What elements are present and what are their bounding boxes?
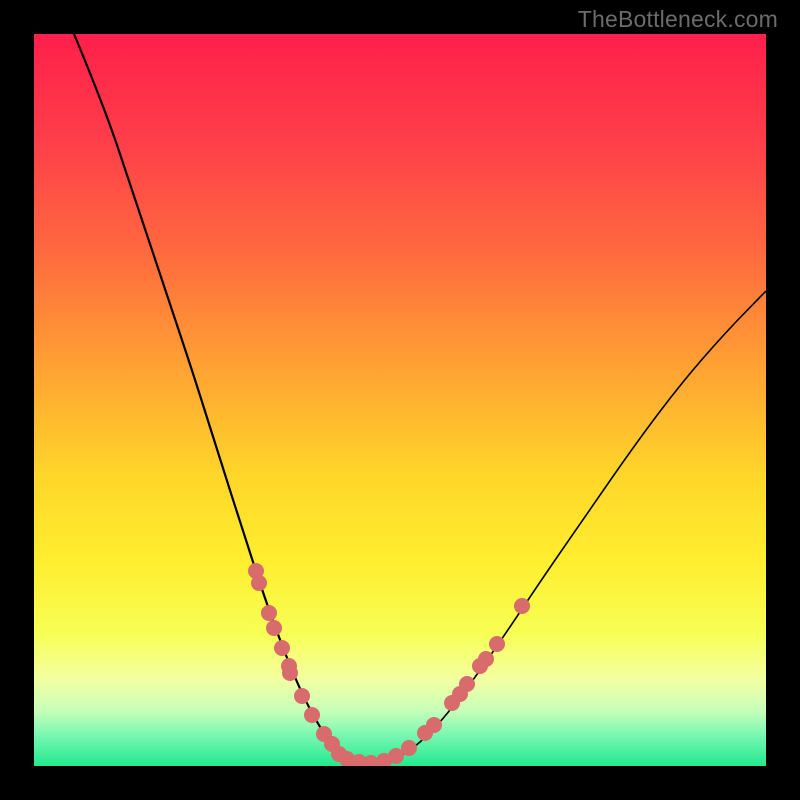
data-dot bbox=[274, 640, 290, 656]
data-dot bbox=[514, 598, 530, 614]
plot-svg bbox=[34, 34, 766, 766]
chart-frame: TheBottleneck.com bbox=[0, 0, 800, 800]
data-dot bbox=[478, 651, 494, 667]
watermark-text: TheBottleneck.com bbox=[578, 6, 778, 33]
data-dot bbox=[266, 620, 282, 636]
data-dot bbox=[261, 605, 277, 621]
data-dot bbox=[304, 707, 320, 723]
data-dot bbox=[251, 575, 267, 591]
plot-area bbox=[34, 34, 766, 766]
data-dot bbox=[401, 740, 417, 756]
data-dot bbox=[426, 717, 442, 733]
data-dot bbox=[294, 688, 310, 704]
data-dot bbox=[459, 676, 475, 692]
gradient-background bbox=[34, 34, 766, 766]
data-dot bbox=[282, 665, 298, 681]
data-dot bbox=[489, 636, 505, 652]
